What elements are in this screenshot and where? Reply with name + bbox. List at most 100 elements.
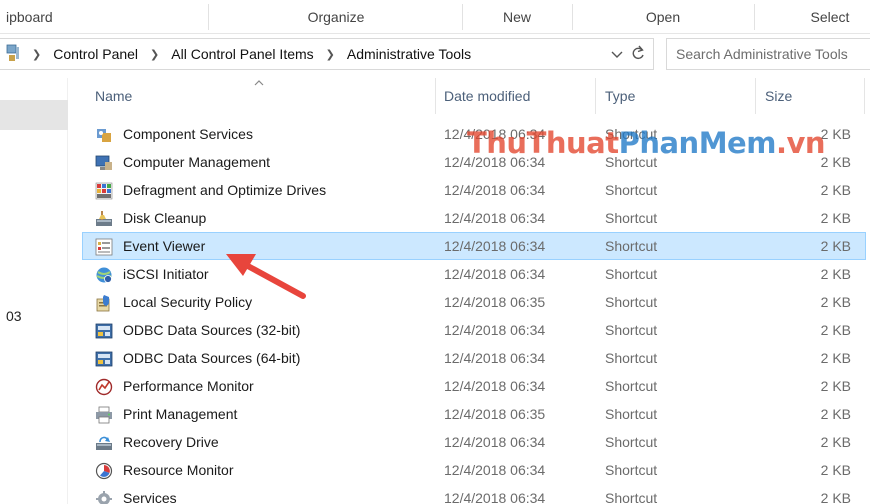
file-type: Shortcut (605, 294, 658, 310)
file-row-services[interactable]: Services 12/4/2018 06:34 Shortcut 2 KB (82, 484, 866, 504)
column-divider[interactable] (755, 78, 756, 114)
file-size: 2 KB (820, 462, 851, 478)
address-bar[interactable]: ❯ Control Panel ❯ All Control Panel Item… (0, 38, 654, 70)
ribbon-group-open[interactable]: Open (573, 0, 753, 34)
file-size: 2 KB (820, 378, 851, 394)
file-row-local-security-policy[interactable]: Local Security Policy 12/4/2018 06:35 Shor… (82, 288, 866, 316)
computer-management-icon (95, 155, 112, 170)
file-date-modified: 12/4/2018 06:34 (444, 322, 546, 338)
column-header-size[interactable]: Size (765, 78, 855, 114)
column-header-date-modified[interactable]: Date modified (444, 78, 594, 114)
file-size: 2 KB (820, 406, 851, 422)
file-size: 2 KB (820, 322, 851, 338)
watermark: ThuThuatPhanMem.vn (467, 126, 826, 160)
nav-selected-item[interactable] (0, 100, 68, 130)
file-name: Print Management (123, 406, 238, 422)
address-bar-row: ❯ Control Panel ❯ All Control Panel Item… (0, 38, 870, 70)
security-policy-icon (96, 295, 110, 312)
file-row-resource-monitor[interactable]: Resource Monitor 12/4/2018 06:34 Shortcut 2… (82, 456, 866, 484)
file-name: Local Security Policy (123, 294, 253, 310)
file-date-modified: 12/4/2018 06:34 (444, 210, 546, 226)
file-size: 2 KB (820, 182, 851, 198)
file-row-odbc-data-sources-64-bit[interactable]: ODBC Data Sources (64-bit) 12/4/2018 06:3… (82, 344, 866, 372)
column-divider[interactable] (435, 78, 436, 114)
file-row-event-viewer[interactable]: Event Viewer 12/4/2018 06:34 Shortcut 2 KB (82, 232, 866, 260)
column-divider[interactable] (864, 78, 865, 114)
defragment-icon (95, 182, 113, 200)
file-size: 2 KB (820, 434, 851, 450)
odbc-icon (95, 323, 113, 339)
file-name: ODBC Data Sources (32-bit) (123, 322, 301, 338)
services-gear-icon (96, 491, 112, 504)
event-viewer-icon (95, 238, 113, 256)
file-row-odbc-data-sources-32-bit[interactable]: ODBC Data Sources (32-bit) 12/4/2018 06:3… (82, 316, 866, 344)
control-panel-icon (6, 43, 28, 65)
file-date-modified: 12/4/2018 06:34 (444, 462, 546, 478)
breadcrumb-all-items[interactable]: All Control Panel Items (171, 46, 313, 62)
file-row-print-management[interactable]: Print Management 12/4/2018 06:35 Shortcut 2… (82, 400, 866, 428)
file-row-recovery-drive[interactable]: Recovery Drive 12/4/2018 06:34 Shortcut 2 K… (82, 428, 866, 456)
file-date-modified: 12/4/2018 06:34 (444, 490, 546, 504)
chevron-right-icon: ❯ (32, 48, 42, 61)
refresh-icon[interactable] (631, 45, 645, 64)
file-name: Event Viewer (123, 238, 206, 254)
file-type: Shortcut (605, 238, 658, 254)
file-size: 2 KB (820, 210, 851, 226)
file-date-modified: 12/4/2018 06:34 (444, 378, 546, 394)
breadcrumb-control-panel[interactable]: Control Panel (53, 46, 138, 62)
file-size: 2 KB (820, 266, 851, 282)
file-date-modified: 12/4/2018 06:35 (444, 406, 546, 422)
breadcrumb-administrative-tools[interactable]: Administrative Tools (347, 46, 471, 62)
ribbon-group-select[interactable]: Select (755, 0, 870, 34)
file-type: Shortcut (605, 322, 658, 338)
file-size: 2 KB (820, 126, 851, 142)
file-row-iscsi-initiator[interactable]: iSCSI Initiator 12/4/2018 06:34 Shortcut 2 … (82, 260, 866, 288)
file-name: iSCSI Initiator (123, 266, 209, 282)
file-type: Shortcut (605, 182, 658, 198)
ribbon-group-new[interactable]: New (463, 0, 571, 34)
file-type: Shortcut (605, 378, 658, 394)
file-type: Shortcut (605, 210, 658, 226)
ribbon-group-clipboard[interactable]: ipboard (0, 0, 68, 34)
ribbon-divider (208, 4, 209, 30)
file-size: 2 KB (820, 490, 851, 504)
file-row-performance-monitor[interactable]: Performance Monitor 12/4/2018 06:34 Shortc… (82, 372, 866, 400)
column-header-row: Name Date modified Type Size (68, 78, 870, 114)
navigation-pane[interactable]: 03 (0, 78, 68, 504)
file-type: Shortcut (605, 434, 658, 450)
ribbon-group-organize[interactable]: Organize (210, 0, 462, 34)
column-divider[interactable] (595, 78, 596, 114)
file-name: Computer Management (123, 154, 271, 170)
file-date-modified: 12/4/2018 06:34 (444, 182, 546, 198)
nav-item-label-fragment: 03 (6, 308, 22, 324)
disk-cleanup-icon (96, 211, 112, 226)
chevron-right-icon: ❯ (325, 48, 335, 61)
file-type: Shortcut (605, 462, 658, 478)
file-name: Defragment and Optimize Drives (123, 182, 327, 198)
search-input[interactable]: Search Administrative Tools (666, 38, 870, 70)
file-name: ODBC Data Sources (64-bit) (123, 350, 301, 366)
file-date-modified: 12/4/2018 06:35 (444, 294, 546, 310)
file-type: Shortcut (605, 490, 658, 504)
ribbon-group-labels: ipboard Organize New Open Select (0, 0, 870, 34)
file-date-modified: 12/4/2018 06:34 (444, 434, 546, 450)
file-row-disk-cleanup[interactable]: Disk Cleanup 12/4/2018 06:34 Shortcut 2 KB (82, 204, 866, 232)
print-management-icon (96, 406, 112, 424)
component-services-icon (97, 129, 111, 142)
column-header-name[interactable]: Name (95, 78, 435, 114)
file-name: Disk Cleanup (123, 210, 207, 226)
file-name: Recovery Drive (123, 434, 219, 450)
column-header-type[interactable]: Type (605, 78, 745, 114)
odbc-icon (95, 351, 113, 367)
file-type: Shortcut (605, 350, 658, 366)
file-row-defragment-and-optimize-drives[interactable]: Defragment and Optimize Drives 12/4/2018 … (82, 176, 866, 204)
address-controls (611, 39, 653, 69)
address-dropdown-chevron-icon[interactable] (611, 46, 623, 62)
file-size: 2 KB (820, 154, 851, 170)
file-name: Services (123, 490, 177, 504)
performance-monitor-icon (95, 378, 113, 396)
file-size: 2 KB (820, 238, 851, 254)
recovery-drive-icon (96, 436, 112, 450)
file-type: Shortcut (605, 266, 658, 282)
resource-monitor-icon (95, 462, 113, 480)
